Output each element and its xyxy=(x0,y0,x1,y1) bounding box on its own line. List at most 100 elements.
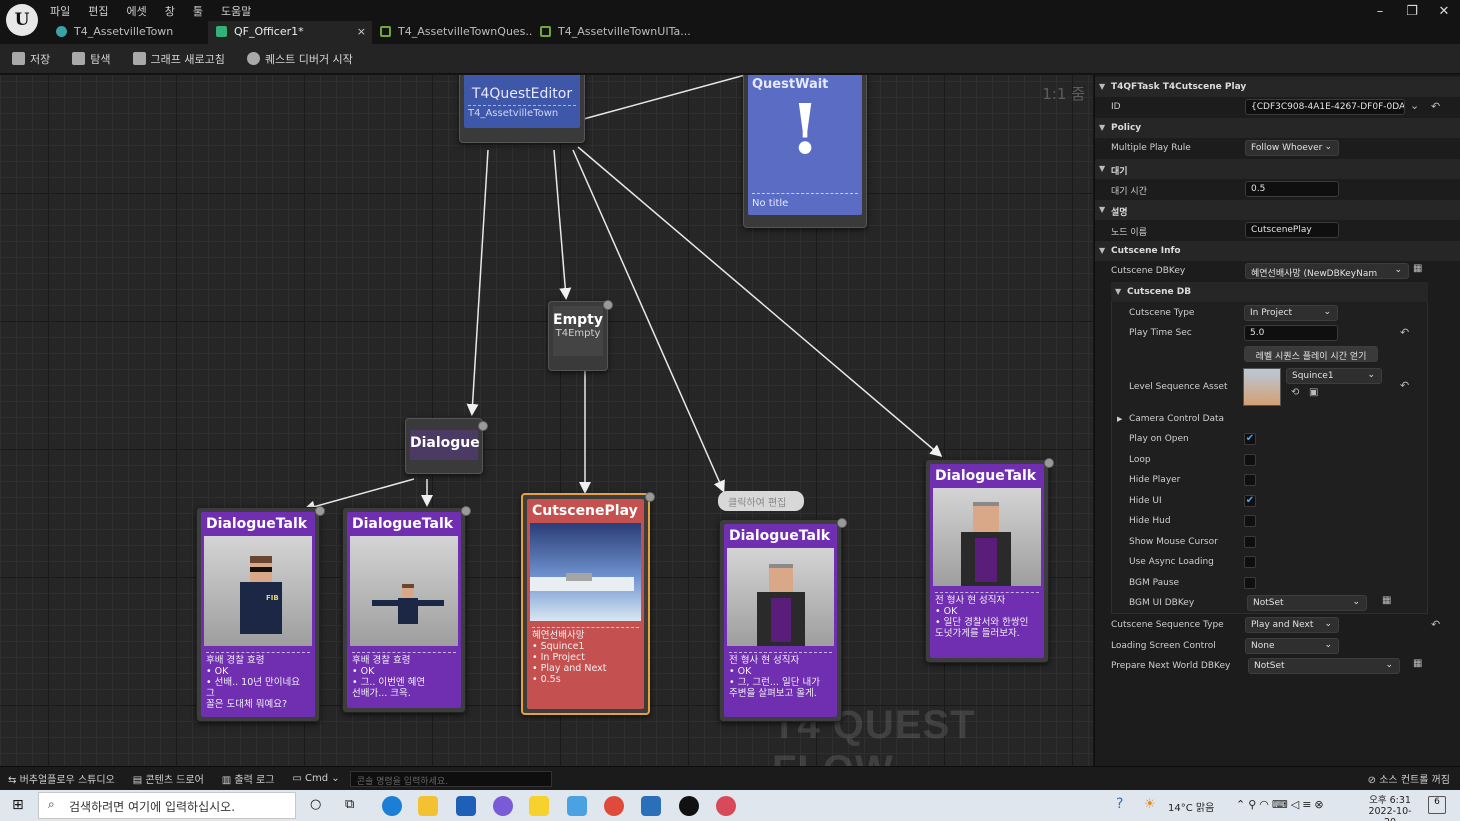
questwait-node[interactable]: QuestWait ! No title xyxy=(743,75,867,228)
bgm-ui-dbkey-dropdown[interactable]: NotSet ⌄ xyxy=(1247,595,1367,611)
menu-edit[interactable]: 편집 xyxy=(88,3,118,19)
multiple-play-rule-dropdown[interactable]: Follow Whoever ⌄ xyxy=(1245,140,1339,156)
menu-window[interactable]: 창 xyxy=(165,3,185,19)
clock[interactable]: 오후 6:31 2022-10-20 xyxy=(1364,792,1416,821)
output-pin-icon[interactable] xyxy=(1044,458,1054,468)
grid-picker-icon[interactable]: ▦ xyxy=(1382,595,1391,606)
category-header-wait[interactable]: ▼ 대기 xyxy=(1095,159,1460,179)
checkbox[interactable] xyxy=(1244,515,1256,527)
node-name-field[interactable]: CutscenePlay xyxy=(1245,222,1339,238)
cmd-dropdown[interactable]: ▭ Cmd ⌄ xyxy=(292,773,339,784)
cutscene-type-dropdown[interactable]: In Project ⌄ xyxy=(1244,305,1338,321)
tab-town-ui-table[interactable]: T4_AssetvilleTownUITa... xyxy=(532,21,692,44)
app-icon[interactable] xyxy=(567,796,587,816)
reset-arrow-icon[interactable]: ↶ xyxy=(1400,326,1409,339)
browse-button[interactable]: 탐색 xyxy=(72,51,111,67)
file-explorer-icon[interactable] xyxy=(418,796,438,816)
category-header-task[interactable]: ▼ T4QFTask T4Cutscene Play xyxy=(1095,77,1460,97)
maximize-icon[interactable]: ❐ xyxy=(1396,4,1428,19)
close-tab-icon[interactable]: × xyxy=(357,25,366,38)
category-header-policy[interactable]: ▼ Policy xyxy=(1095,118,1460,138)
empty-node[interactable]: Empty T4Empty xyxy=(548,300,613,371)
output-log-button[interactable]: ▥ 출력 로그 xyxy=(222,771,275,786)
help-icon[interactable]: ? xyxy=(1116,796,1123,812)
refresh-graph-button[interactable]: 그래프 새로고침 xyxy=(132,51,225,67)
expand-arrow-icon[interactable]: ▶ xyxy=(1117,415,1122,423)
cutscene-dbkey-dropdown[interactable]: 혜연선배사망 (NewDBKeyNam ⌄ xyxy=(1245,263,1409,279)
play-time-field[interactable]: 5.0 xyxy=(1244,325,1338,341)
content-drawer-button[interactable]: ▤ 콘텐츠 드로어 xyxy=(133,771,204,786)
root-node[interactable]: T4QuestEditor T4_AssetvilleTown xyxy=(459,75,585,143)
output-pin-icon[interactable] xyxy=(461,506,471,516)
level-sequence-dropdown[interactable]: Squince1 ⌄ xyxy=(1286,368,1382,384)
dialoguetalk-card-2[interactable]: DialogueTalk 후배 경찰 효령 • OK • 그.. 이번엔 혜연 … xyxy=(342,506,471,713)
loading-screen-dropdown[interactable]: None ⌄ xyxy=(1245,638,1339,654)
id-field[interactable]: {CDF3C908-4A1E-4267-DF0F-0DA6935 xyxy=(1245,99,1405,115)
reset-arrow-icon[interactable]: ↶ xyxy=(1400,379,1409,392)
output-pin-icon[interactable] xyxy=(837,518,847,528)
tab-town-quest-table[interactable]: T4_AssetvilleTownQues... xyxy=(372,21,532,44)
comment-bubble[interactable]: 클릭하여 편집 xyxy=(718,491,804,511)
checkbox[interactable] xyxy=(1244,474,1256,486)
checkbox[interactable] xyxy=(1244,556,1256,568)
save-button[interactable]: 저장 xyxy=(12,51,50,67)
messenger-icon[interactable] xyxy=(493,796,513,816)
unreal-taskbar-icon[interactable] xyxy=(679,796,699,816)
taskbar-search[interactable]: ⌕ 검색하려면 여기에 입력하십시오. xyxy=(38,792,296,819)
quest-flow-graph[interactable]: 1:1 줌 T4 QUEST FLOW T4QuestEditor T4_Ass… xyxy=(0,75,1093,766)
notification-center-icon[interactable]: 6 xyxy=(1428,796,1446,814)
source-control-button[interactable]: ⊘ 소스 컨트롤 꺼짐 xyxy=(1368,771,1450,786)
dialoguetalk-card-3[interactable]: DialogueTalk 전 형사 현 성직자 • OK • 그, 그런... … xyxy=(719,518,847,722)
tab-qf-officer1[interactable]: QF_Officer1* × xyxy=(208,21,372,44)
use-selected-icon[interactable]: ⟲ xyxy=(1291,387,1299,398)
checkbox[interactable] xyxy=(1244,536,1256,548)
checkbox[interactable] xyxy=(1244,454,1256,466)
output-pin-icon[interactable] xyxy=(645,492,655,502)
snipping-tool-icon[interactable] xyxy=(716,796,736,816)
sequence-thumbnail[interactable] xyxy=(1243,368,1281,406)
checkbox[interactable] xyxy=(1244,577,1256,589)
mail-icon[interactable] xyxy=(456,796,476,816)
category-header-cutscene-info[interactable]: ▼ Cutscene Info xyxy=(1095,241,1460,261)
browse-asset-icon[interactable]: ▣ xyxy=(1309,387,1318,398)
prepare-next-world-dropdown[interactable]: NotSet ⌄ xyxy=(1248,658,1400,674)
dropdown-chevron-icon[interactable]: ⌄ xyxy=(1410,99,1419,112)
reset-arrow-icon[interactable]: ↶ xyxy=(1431,618,1440,631)
chrome-icon[interactable] xyxy=(604,796,624,816)
output-pin-icon[interactable] xyxy=(315,506,325,516)
windows-start-icon[interactable]: ⊞ xyxy=(12,797,24,813)
grid-picker-icon[interactable]: ▦ xyxy=(1413,658,1422,669)
menu-tools[interactable]: 툴 xyxy=(193,3,213,19)
menu-asset[interactable]: 에셋 xyxy=(127,3,157,19)
photos-icon[interactable] xyxy=(641,796,661,816)
task-view-icon[interactable]: ⧉ xyxy=(345,797,354,812)
output-pin-icon[interactable] xyxy=(603,300,613,310)
tray-icons[interactable]: ⌃⚲◠⌨◁≡⊗ xyxy=(1236,798,1327,811)
cutsceneplay-card[interactable]: CutscenePlay 혜연선배사망 • Squince1 • In Proj… xyxy=(521,492,655,715)
cortana-icon[interactable]: ○ xyxy=(310,797,321,812)
edge-icon[interactable] xyxy=(382,796,402,816)
category-header-cutscene-db[interactable]: ▼ Cutscene DB xyxy=(1111,282,1428,302)
checkbox[interactable]: ✔ xyxy=(1244,433,1256,445)
tab-assetville-town[interactable]: T4_AssetvilleTown xyxy=(48,21,208,44)
kakaotalk-icon[interactable] xyxy=(529,796,549,816)
weather-text[interactable]: 14°C 맑음 xyxy=(1168,799,1214,814)
get-sequence-time-button[interactable]: 레벨 시퀀스 플레이 시간 얻기 xyxy=(1244,346,1378,362)
dialogue-node[interactable]: Dialogue xyxy=(405,418,488,474)
unreal-logo-icon[interactable]: U xyxy=(6,4,38,36)
sequence-type-dropdown[interactable]: Play and Next ⌄ xyxy=(1245,617,1339,633)
dialoguetalk-card-4[interactable]: DialogueTalk 전 형사 현 성직자 • OK • 일단 경찰서와 한… xyxy=(925,458,1054,663)
console-input[interactable]: 콘솔 명령을 입력하세요. xyxy=(349,770,552,787)
menu-file[interactable]: 파일 xyxy=(50,3,80,19)
output-pin-icon[interactable] xyxy=(478,421,488,431)
wait-time-field[interactable]: 0.5 xyxy=(1245,181,1339,197)
grid-picker-icon[interactable]: ▦ xyxy=(1413,263,1422,274)
start-debugger-button[interactable]: 퀘스트 디버거 시작 xyxy=(246,51,353,67)
dialoguetalk-card-1[interactable]: DialogueTalk FIB 후배 경찰 효령 • OK • 선배.. 10… xyxy=(196,506,325,722)
close-window-icon[interactable]: ✕ xyxy=(1428,4,1460,19)
menu-help[interactable]: 도움말 xyxy=(221,3,261,19)
reset-arrow-icon[interactable]: ↶ xyxy=(1431,100,1440,113)
minimize-icon[interactable]: – xyxy=(1364,4,1396,19)
category-header-description[interactable]: ▼ 설명 xyxy=(1095,200,1460,220)
studio-tab[interactable]: ⇆ 버추얼플로우 스튜디오 xyxy=(8,771,115,786)
